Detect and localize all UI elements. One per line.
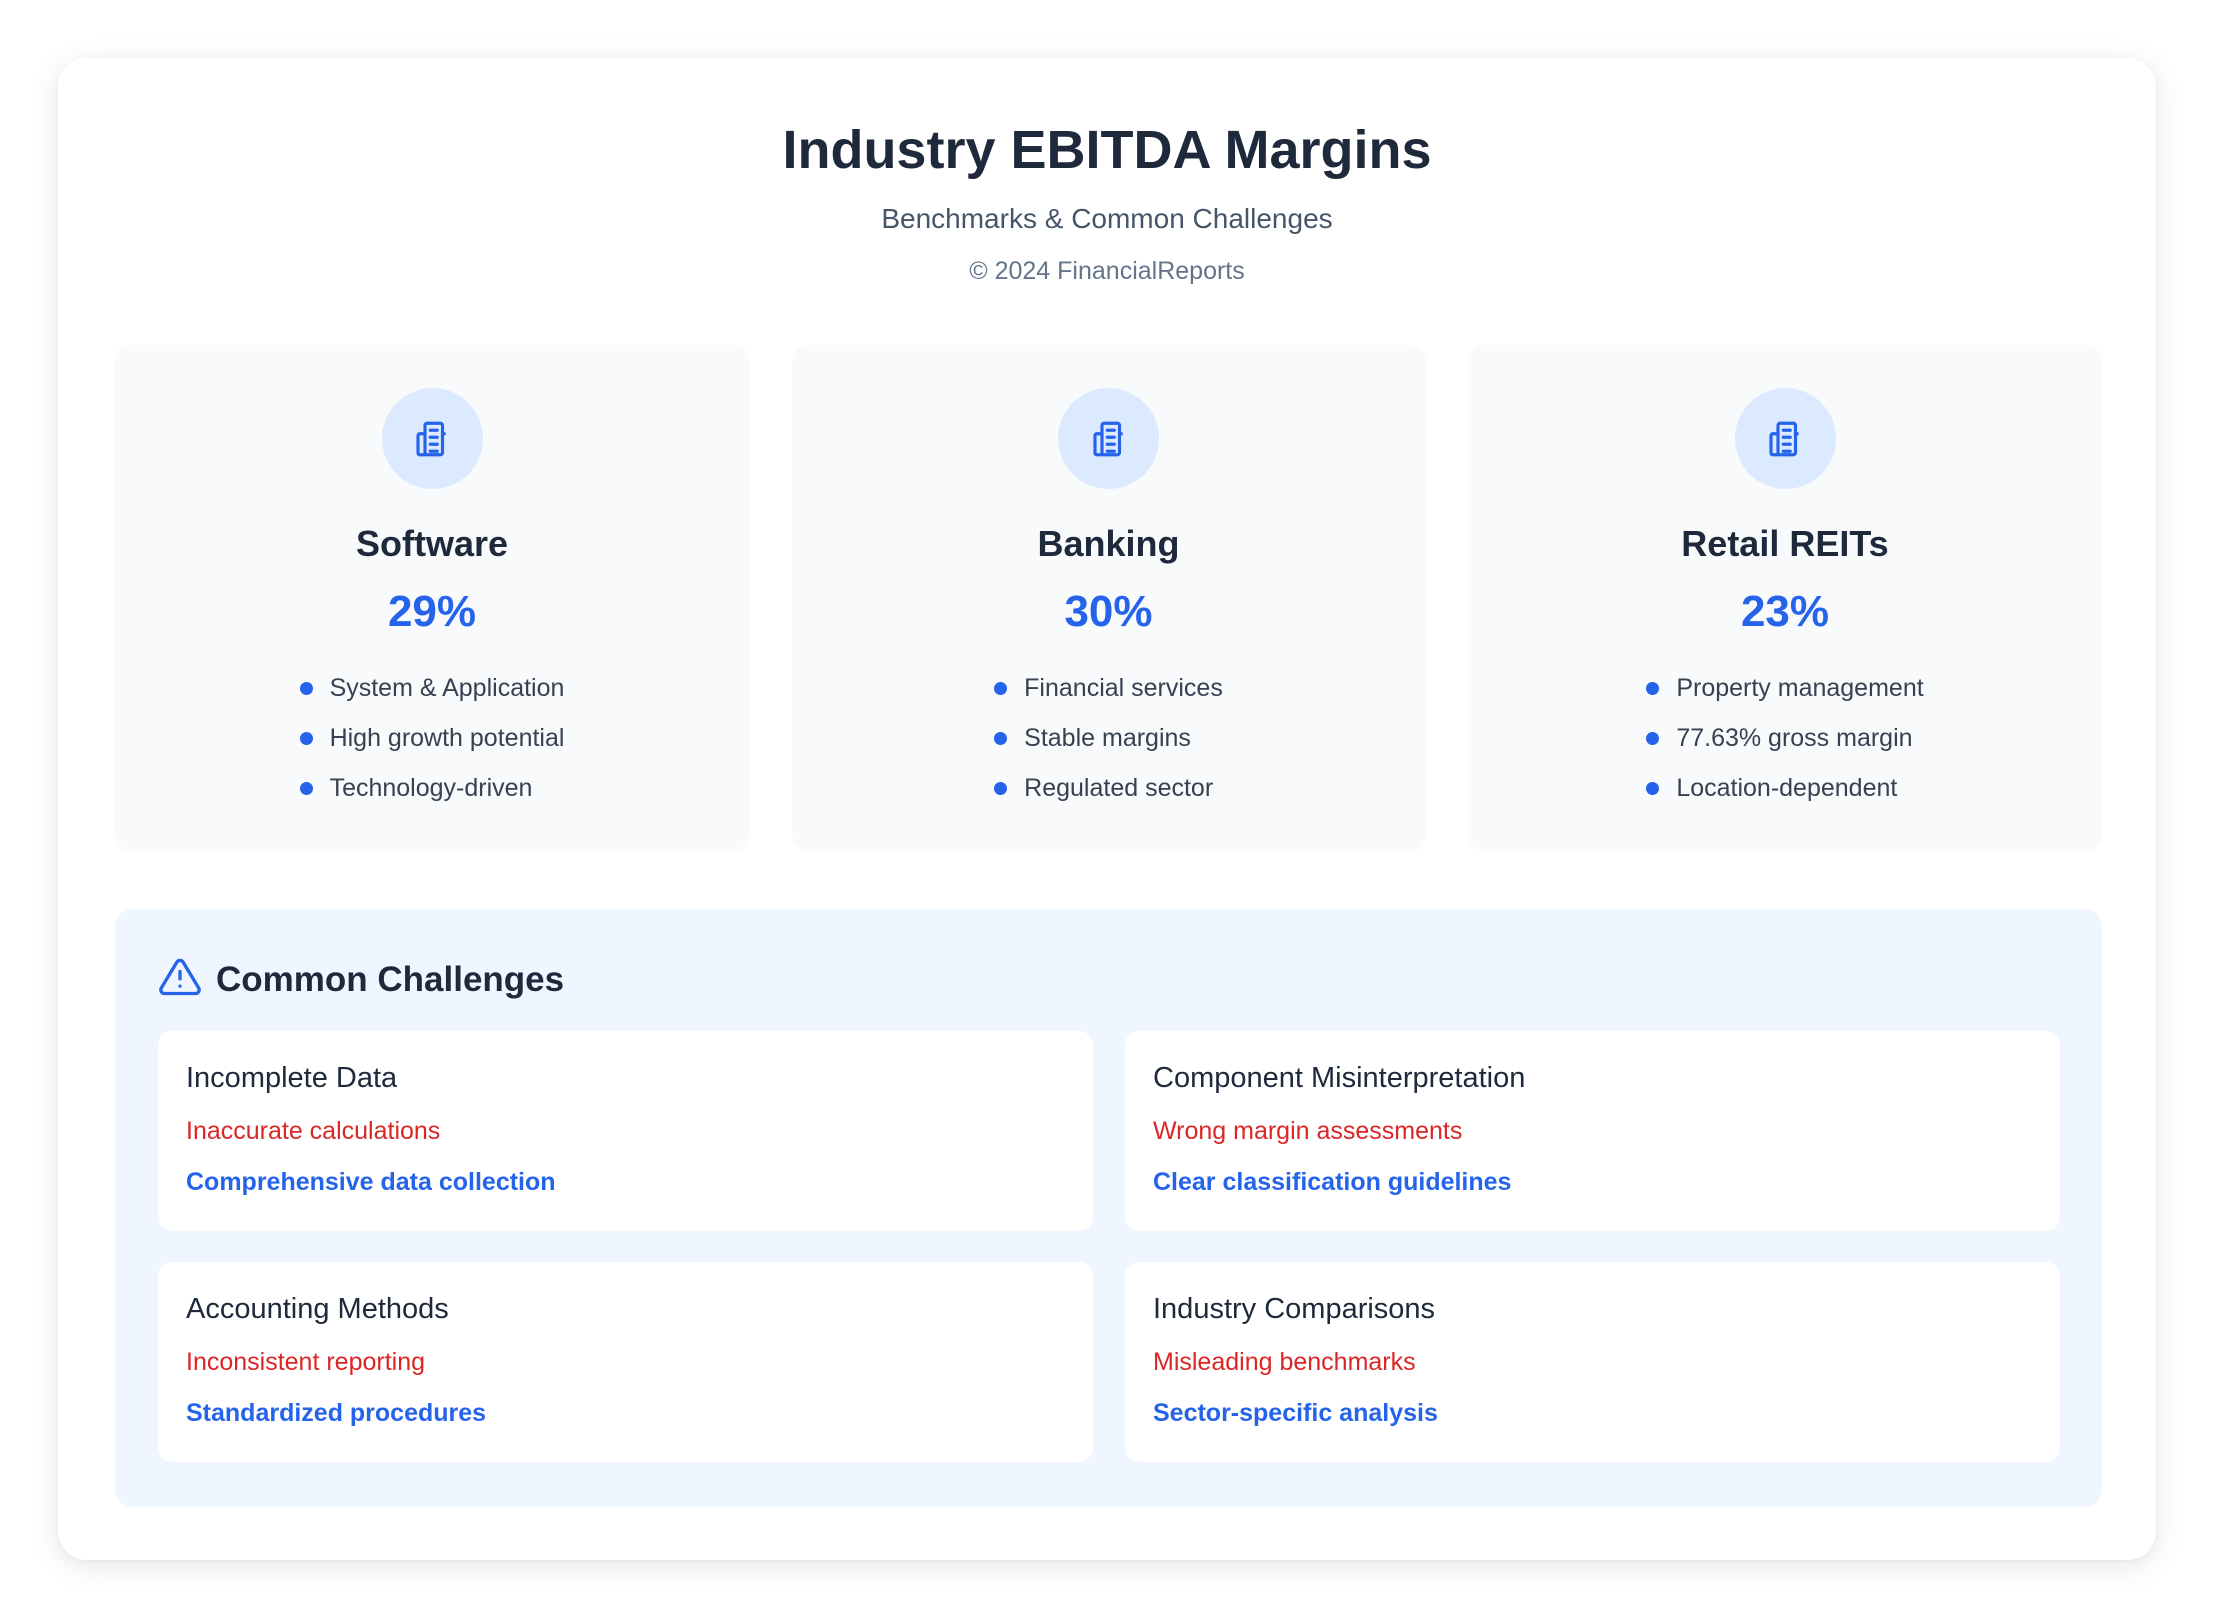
challenges-section: Common Challenges Incomplete Data Inaccu… [115, 909, 2102, 1507]
challenge-problem: Inconsistent reporting [186, 1347, 426, 1376]
building-icon [1734, 388, 1836, 489]
feature-item: Technology-driven [299, 763, 565, 813]
challenge-problem: Inaccurate calculations [186, 1116, 441, 1145]
report-header: Industry EBITDA Margins Benchmarks & Com… [58, 118, 2156, 286]
challenges-grid: Incomplete Data Inaccurate calculations … [158, 1031, 2060, 1462]
challenges-title: Common Challenges [216, 959, 565, 999]
challenge-card: Accounting Methods Inconsistent reportin… [158, 1262, 1093, 1462]
challenge-solution: Comprehensive data collection [186, 1167, 556, 1196]
feature-list: Property management 77.63% gross margin … [1646, 663, 1924, 813]
feature-item: System & Application [299, 663, 565, 713]
industry-card-retail-reits: Retail REITs 23% Property management 77.… [1468, 345, 2102, 851]
challenge-card: Incomplete Data Inaccurate calculations … [158, 1031, 1093, 1231]
industry-card-software: Software 29% System & Application High g… [115, 345, 749, 851]
industry-name: Banking [1037, 523, 1180, 564]
building-icon [381, 388, 483, 489]
feature-item: Property management [1646, 663, 1924, 713]
feature-item: Stable margins [994, 713, 1223, 763]
page-subtitle: Benchmarks & Common Challenges [881, 202, 1333, 234]
industry-name: Retail REITs [1681, 523, 1889, 564]
feature-item: 77.63% gross margin [1646, 713, 1923, 763]
industry-card-banking: Banking 30% Financial services Stable ma… [791, 345, 1426, 851]
page-title: Industry EBITDA Margins [782, 120, 1432, 180]
feature-list: System & Application High growth potenti… [299, 663, 565, 813]
report-card: Industry EBITDA Margins Benchmarks & Com… [58, 58, 2156, 1560]
industry-margin-value: 30% [1064, 587, 1153, 636]
copyright-text: © 2024 FinancialReports [969, 256, 1245, 285]
challenge-card: Component Misinterpretation Wrong margin… [1125, 1031, 2060, 1231]
feature-list: Financial services Stable margins Regula… [994, 663, 1223, 813]
feature-item: Financial services [994, 663, 1223, 713]
industry-margin-value: 23% [1740, 587, 1830, 636]
feature-item: Regulated sector [994, 763, 1223, 813]
industry-margin-value: 29% [387, 587, 477, 636]
challenge-title: Incomplete Data [186, 1062, 398, 1094]
industry-name: Software [355, 523, 509, 564]
challenge-problem: Wrong margin assessments [1153, 1116, 1463, 1145]
building-icon [1058, 388, 1159, 489]
challenge-solution: Standardized procedures [186, 1398, 487, 1427]
challenges-header: Common Challenges [158, 955, 564, 1004]
challenge-solution: Clear classification guidelines [1153, 1167, 1512, 1196]
challenge-problem: Misleading benchmarks [1153, 1347, 1416, 1376]
industry-cards: Software 29% System & Application High g… [115, 345, 2102, 851]
feature-item: Location-dependent [1646, 763, 1923, 813]
feature-item: High growth potential [299, 713, 564, 763]
challenge-title: Accounting Methods [186, 1293, 449, 1325]
challenge-title: Component Misinterpretation [1153, 1062, 1526, 1094]
challenge-solution: Sector-specific analysis [1153, 1398, 1438, 1427]
warning-triangle-icon [158, 955, 202, 1004]
challenge-card: Industry Comparisons Misleading benchmar… [1125, 1262, 2060, 1462]
challenge-title: Industry Comparisons [1153, 1293, 1436, 1325]
